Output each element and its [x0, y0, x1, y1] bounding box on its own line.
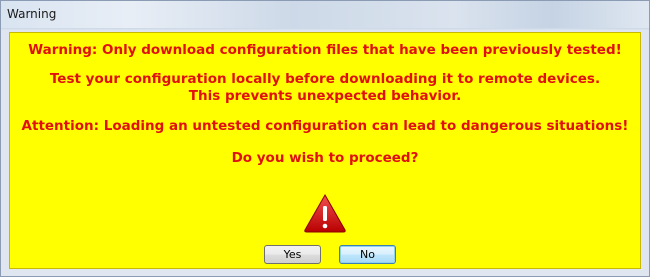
dialog-content: Warning: Only download configuration fil… [9, 32, 641, 269]
yes-button[interactable]: Yes [264, 245, 321, 264]
warning-message: Warning: Only download configuration fil… [28, 42, 622, 58]
no-button[interactable]: No [339, 245, 396, 264]
prevents-behavior-message: This prevents unexpected behavior. [188, 88, 462, 104]
test-locally-message: Test your configuration locally before d… [49, 71, 601, 87]
window-title: Warning [7, 7, 57, 21]
proceed-question: Do you wish to proceed? [231, 150, 419, 166]
warning-triangle-icon [303, 193, 347, 233]
attention-message: Attention: Loading an untested configura… [21, 118, 629, 134]
title-bar[interactable]: Warning [1, 1, 649, 28]
warning-dialog-window: Warning Warning: Only download configura… [0, 0, 650, 277]
